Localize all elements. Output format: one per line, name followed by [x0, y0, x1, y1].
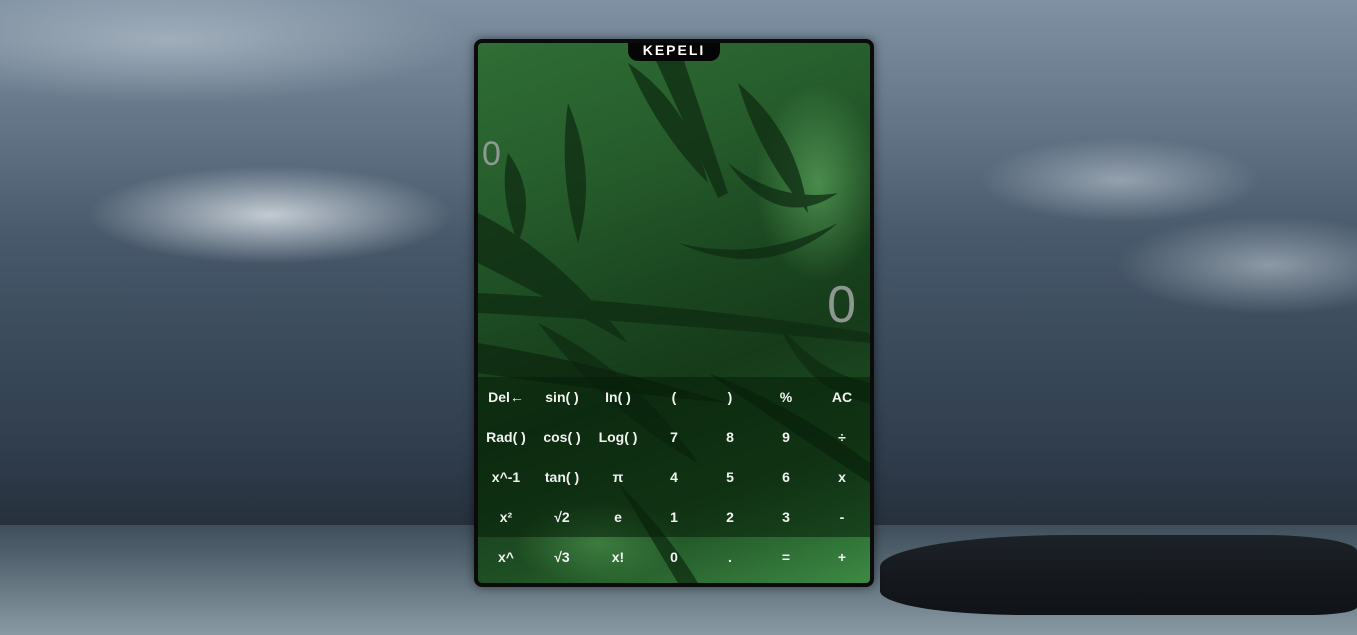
digit-7-button[interactable]: 7 [646, 417, 702, 457]
add-button[interactable]: + [814, 537, 870, 577]
digit-5-button[interactable]: 5 [702, 457, 758, 497]
sin-button[interactable]: sin( ) [534, 377, 590, 417]
multiply-button[interactable]: x [814, 457, 870, 497]
rad-button[interactable]: Rad( ) [478, 417, 534, 457]
ln-button[interactable]: In( ) [590, 377, 646, 417]
decimal-button[interactable]: . [702, 537, 758, 577]
sqrt2-button[interactable]: √2 [534, 497, 590, 537]
digit-6-button[interactable]: 6 [758, 457, 814, 497]
divide-button[interactable]: ÷ [814, 417, 870, 457]
percent-button[interactable]: % [758, 377, 814, 417]
digit-1-button[interactable]: 1 [646, 497, 702, 537]
sqrt3-button[interactable]: √3 [534, 537, 590, 577]
keypad: Del← sin( ) In( ) ( ) % AC Rad( ) cos( )… [478, 377, 870, 577]
power-button[interactable]: x^ [478, 537, 534, 577]
digit-0-button[interactable]: 0 [646, 537, 702, 577]
equals-button[interactable]: = [758, 537, 814, 577]
tan-button[interactable]: tan( ) [534, 457, 590, 497]
cos-button[interactable]: cos( ) [534, 417, 590, 457]
close-paren-button[interactable]: ) [702, 377, 758, 417]
digit-3-button[interactable]: 3 [758, 497, 814, 537]
digit-9-button[interactable]: 9 [758, 417, 814, 457]
digit-8-button[interactable]: 8 [702, 417, 758, 457]
log-button[interactable]: Log( ) [590, 417, 646, 457]
pi-button[interactable]: π [590, 457, 646, 497]
delete-button[interactable]: Del← [478, 377, 534, 417]
expression-display: 0 [482, 135, 501, 173]
calculator: KEPELI 0 0 Del← sin( ) In( ) ( ) % AC Ra… [474, 39, 874, 587]
digit-2-button[interactable]: 2 [702, 497, 758, 537]
subtract-button[interactable]: - [814, 497, 870, 537]
background-rocks [880, 535, 1357, 615]
result-display: 0 [827, 276, 856, 334]
reciprocal-button[interactable]: x^-1 [478, 457, 534, 497]
open-paren-button[interactable]: ( [646, 377, 702, 417]
digit-4-button[interactable]: 4 [646, 457, 702, 497]
all-clear-button[interactable]: AC [814, 377, 870, 417]
factorial-button[interactable]: x! [590, 537, 646, 577]
euler-button[interactable]: e [590, 497, 646, 537]
square-button[interactable]: x² [478, 497, 534, 537]
logo: KEPELI [628, 43, 720, 61]
